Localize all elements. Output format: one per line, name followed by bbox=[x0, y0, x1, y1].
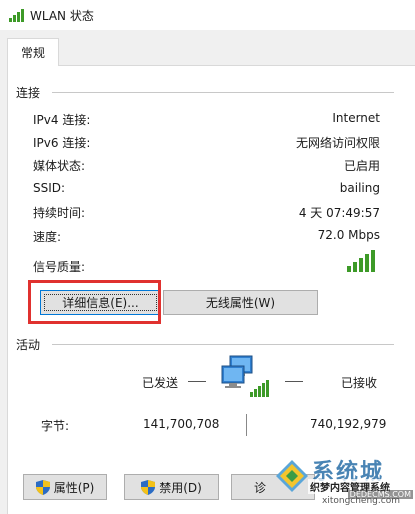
network-computers-icon bbox=[221, 355, 269, 397]
bytes-separator bbox=[246, 414, 247, 436]
received-dash bbox=[285, 381, 303, 382]
title-bar: WLAN 状态 bbox=[0, 0, 415, 30]
ipv4-value: Internet bbox=[332, 111, 380, 125]
wifi-icon bbox=[9, 9, 24, 22]
ipv6-value: 无网络访问权限 bbox=[295, 136, 380, 150]
connection-divider bbox=[52, 92, 394, 93]
signal-bar bbox=[347, 266, 351, 272]
uac-shield-icon bbox=[141, 479, 156, 495]
connection-section-title: 连接 bbox=[16, 86, 41, 100]
window-title: WLAN 状态 bbox=[30, 9, 94, 23]
signal-bar bbox=[353, 262, 357, 272]
bytes-received-value: 740,192,979 bbox=[310, 417, 387, 431]
ipv4-label: IPv4 连接: bbox=[33, 113, 91, 127]
wireless-properties-label: 无线属性(W) bbox=[205, 296, 276, 310]
properties-button[interactable]: 属性(P) bbox=[23, 474, 107, 500]
signal-bar bbox=[359, 258, 363, 272]
tab-label: 常规 bbox=[20, 46, 45, 60]
ssid-value: bailing bbox=[339, 181, 380, 195]
tab-strip bbox=[0, 30, 415, 66]
received-label: 已接收 bbox=[341, 376, 378, 390]
activity-divider bbox=[52, 344, 394, 345]
sent-label: 已发送 bbox=[142, 376, 179, 390]
disable-button[interactable]: 禁用(D) bbox=[124, 474, 219, 500]
disable-button-label: 禁用(D) bbox=[159, 480, 202, 495]
media-state-value: 已启用 bbox=[343, 159, 380, 173]
signal-bar bbox=[371, 250, 375, 272]
diagnose-button[interactable]: 诊 bbox=[231, 474, 315, 500]
activity-section-title: 活动 bbox=[16, 338, 41, 352]
signal-quality-label: 信号质量: bbox=[33, 260, 86, 274]
tab-general[interactable]: 常规 bbox=[7, 38, 59, 66]
ssid-label: SSID: bbox=[33, 181, 66, 195]
bytes-sent-value: 141,700,708 bbox=[143, 417, 220, 431]
speed-label: 速度: bbox=[33, 230, 62, 244]
signal-bar bbox=[365, 254, 369, 272]
details-button[interactable]: 详细信息(E)... bbox=[40, 290, 161, 315]
sent-dash bbox=[188, 381, 206, 382]
duration-value: 4 天 07:49:57 bbox=[298, 206, 380, 220]
ipv6-label: IPv6 连接: bbox=[33, 136, 91, 150]
wireless-properties-button[interactable]: 无线属性(W) bbox=[163, 290, 318, 315]
signal-strength-icon bbox=[347, 250, 375, 272]
bytes-label: 字节: bbox=[41, 419, 70, 433]
media-state-label: 媒体状态: bbox=[33, 159, 86, 173]
properties-button-label: 属性(P) bbox=[53, 480, 95, 495]
duration-label: 持续时间: bbox=[33, 206, 86, 220]
speed-value: 72.0 Mbps bbox=[317, 228, 380, 242]
uac-shield-icon bbox=[35, 479, 50, 495]
diagnose-button-label: 诊 bbox=[254, 480, 267, 495]
focus-indicator bbox=[44, 294, 157, 311]
